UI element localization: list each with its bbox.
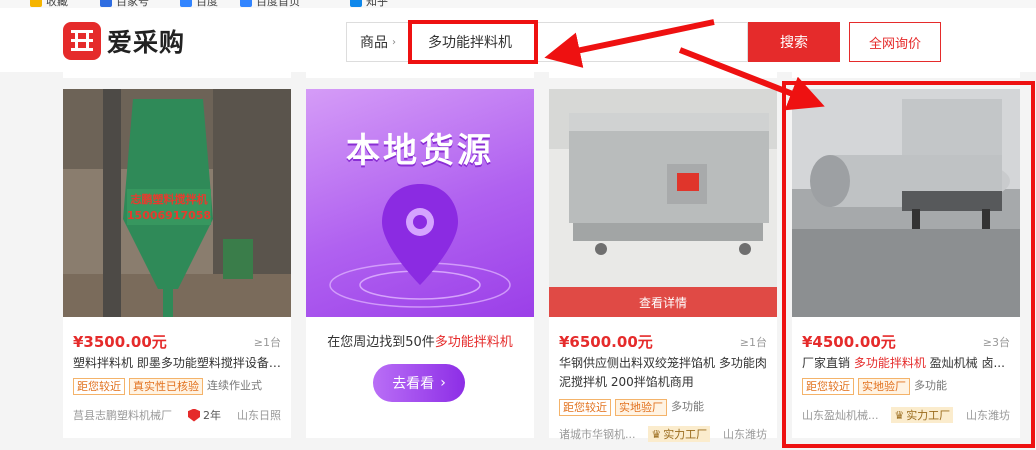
logo[interactable]: 爱采购 — [63, 22, 185, 60]
local-source-promo[interactable]: 本地货源 在您周边找到50件多功能拌料机 去看看 › — [306, 89, 534, 438]
tag-feature: 多功能 — [671, 399, 704, 416]
supplier-name[interactable]: 诸城市华钢机... — [559, 426, 636, 442]
supplier-location: 山东日照 — [237, 409, 281, 422]
image-text: 15006917058 — [127, 209, 211, 222]
bookmark-item[interactable]: 百家号 — [100, 0, 149, 8]
chevron-right-icon: › — [440, 375, 446, 391]
product-card[interactable]: 志鹏塑料搅拌机 15006917058 ¥3500.00元 ≥1台 塑料拌料机 … — [63, 89, 291, 438]
product-tags: 距您较近 真实性已核验 连续作业式 — [73, 378, 262, 395]
supplier-years: 2年 — [203, 409, 221, 422]
tag-verified: 真实性已核验 — [129, 378, 203, 395]
product-image[interactable]: 志鹏塑料搅拌机 15006917058 — [63, 89, 291, 317]
card-edge — [63, 72, 291, 78]
search-bar: 商品 › — [346, 22, 748, 62]
star-icon — [30, 0, 42, 7]
supplier-row: 诸城市华钢机... ♛ 实力工厂 山东潍坊 — [559, 426, 767, 442]
promo-text: 在您周边找到50件多功能拌料机 — [327, 335, 513, 350]
card-edge — [792, 72, 1020, 78]
product-card[interactable]: 查看详情 ¥6500.00元 ≥1台 华钢供应侧出料双绞笼拌馅机 多功能肉泥搅拌… — [549, 89, 777, 442]
tag-feature: 连续作业式 — [207, 378, 262, 395]
bookmark-item[interactable]: 知乎 — [350, 0, 388, 8]
zhihu-icon — [350, 0, 362, 7]
strength-factory-badge: ♛ 实力工厂 — [648, 426, 711, 442]
view-details-bar[interactable]: 查看详情 — [549, 287, 777, 317]
card-edge — [306, 72, 534, 78]
go-see-button[interactable]: 去看看 › — [373, 364, 465, 402]
supplier-name[interactable]: 莒县志鹏塑料机械厂 — [73, 407, 172, 423]
highlight-box — [782, 81, 1035, 448]
supplier-location: 山东潍坊 — [723, 428, 767, 441]
baidu-icon — [180, 0, 192, 7]
card-edge — [549, 72, 777, 78]
product-price: ¥6500.00元 — [559, 333, 653, 351]
bookmark-item[interactable]: 百度 — [180, 0, 218, 8]
product-price: ¥3500.00元 — [73, 333, 167, 351]
crown-icon: ♛ — [651, 427, 662, 441]
promo-title: 本地货源 — [346, 131, 494, 171]
search-input[interactable]: 多功能拌料机 — [408, 20, 538, 64]
logo-text: 爱采购 — [107, 28, 186, 57]
baijiahao-icon — [100, 0, 112, 7]
tag-nearby: 距您较近 — [73, 378, 125, 395]
product-title[interactable]: 塑料拌料机 即墨多功能塑料搅拌设备 ... — [73, 354, 281, 373]
product-tags: 距您较近 实地验厂 多功能 — [559, 399, 704, 416]
tag-factory-verified: 实地验厂 — [615, 399, 667, 416]
tag-nearby: 距您较近 — [559, 399, 611, 416]
search-type-select[interactable]: 商品 › — [347, 23, 409, 61]
min-order: ≥1台 — [739, 336, 767, 349]
site-header: 爱采购 商品 › 多功能拌料机 搜索 全网询价 — [0, 8, 1036, 72]
bookmark-item[interactable]: 百度首页 — [240, 0, 300, 8]
image-text: 志鹏塑料搅拌机 — [131, 192, 208, 206]
search-query-text: 多功能拌料机 — [428, 35, 512, 51]
chevron-down-icon: › — [392, 36, 396, 48]
min-order: ≥1台 — [253, 336, 281, 349]
bookmarks-bar: 收藏 百家号 百度 百度首页 知乎 — [0, 0, 1036, 8]
product-title[interactable]: 华钢供应侧出料双绞笼拌馅机 多功能肉泥搅拌机 200拌馅机商用 — [559, 354, 767, 392]
product-image[interactable]: 查看详情 — [549, 89, 777, 317]
baidu-icon — [240, 0, 252, 7]
promo-banner: 本地货源 — [306, 89, 534, 317]
inquiry-button[interactable]: 全网询价 — [849, 22, 941, 62]
logo-icon — [63, 22, 101, 60]
supplier-row: 莒县志鹏塑料机械厂 2年 山东日照 — [73, 407, 281, 423]
bookmark-item[interactable]: 收藏 — [30, 0, 68, 8]
years-badge-icon — [188, 408, 200, 422]
search-type-label: 商品 — [360, 35, 388, 51]
search-button[interactable]: 搜索 — [748, 22, 840, 62]
